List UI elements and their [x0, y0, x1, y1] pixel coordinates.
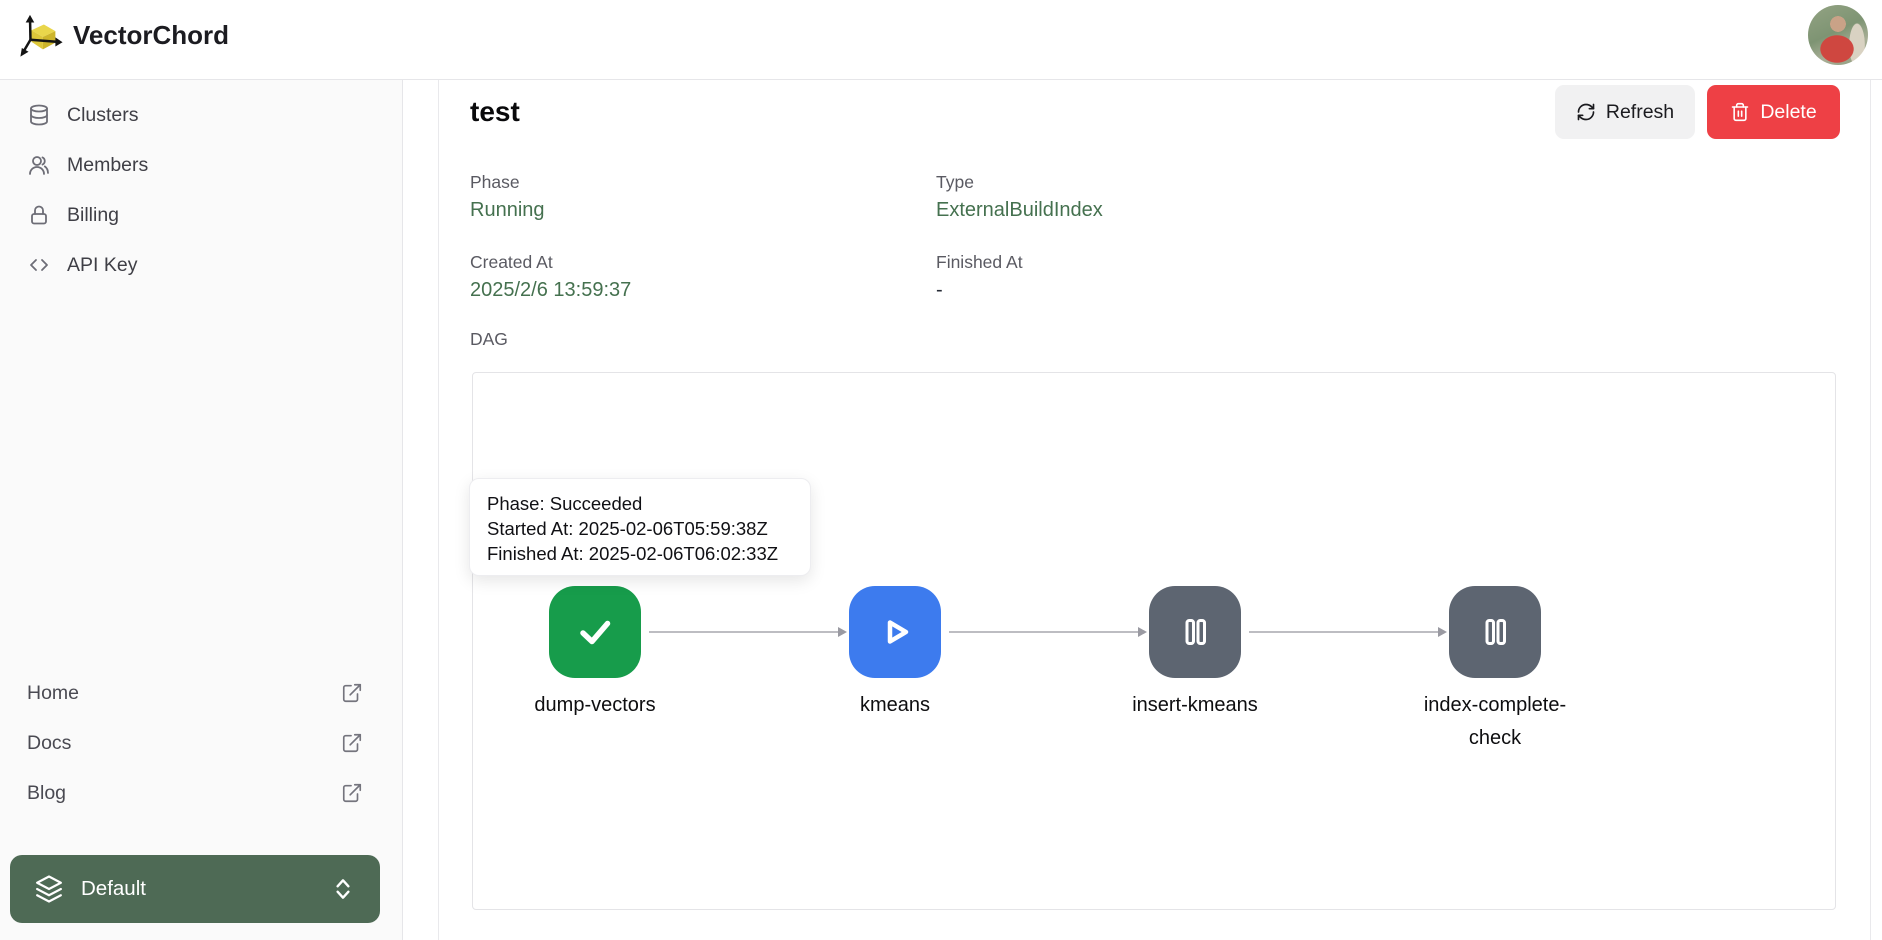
- phase-value: Running: [470, 199, 545, 222]
- dag-node-label: dump-vectors: [507, 689, 683, 722]
- layers-icon: [34, 874, 64, 904]
- brand-home-link[interactable]: VectorChord: [18, 12, 229, 58]
- finished-at-value: -: [936, 279, 943, 302]
- sidebar: Clusters Members Billing: [0, 80, 403, 940]
- dag-node-label: kmeans: [807, 689, 983, 722]
- sidebar-item-label: Billing: [67, 204, 119, 227]
- finished-at-label: Finished At: [936, 252, 1023, 273]
- link-home[interactable]: Home: [0, 668, 401, 718]
- external-link-icon: [341, 782, 363, 804]
- play-icon: [873, 610, 917, 654]
- dag-node-dump-vectors[interactable]: [549, 586, 641, 678]
- workspace-switcher-button[interactable]: Default: [10, 855, 380, 923]
- vectorchord-console: VectorChord Clusters Memb: [0, 0, 1882, 940]
- sidebar-item-members[interactable]: Members: [0, 140, 401, 190]
- sidebar-item-label: API Key: [67, 254, 137, 277]
- sidebar-external-links: Home Docs Blog: [0, 668, 401, 818]
- main-content: test Refresh Delete Phase Running Type E: [404, 80, 1882, 940]
- link-docs[interactable]: Docs: [0, 718, 401, 768]
- created-at-value: 2025/2/6 13:59:37: [470, 279, 631, 302]
- link-blog[interactable]: Blog: [0, 768, 401, 818]
- pause-icon: [1473, 610, 1517, 654]
- users-icon: [27, 153, 51, 177]
- external-link-icon: [341, 732, 363, 754]
- dag-canvas: dump-vectors kmeans insert-kmeans index-…: [472, 372, 1836, 910]
- dag-node-kmeans[interactable]: [849, 586, 941, 678]
- workspace-name: Default: [81, 877, 146, 901]
- type-value: ExternalBuildIndex: [936, 199, 1103, 222]
- dag-node-index-complete-check[interactable]: [1449, 586, 1541, 678]
- delete-button-label: Delete: [1760, 101, 1816, 124]
- brand-name: VectorChord: [73, 20, 229, 51]
- sidebar-item-api-key[interactable]: API Key: [0, 240, 401, 290]
- delete-button[interactable]: Delete: [1707, 85, 1840, 139]
- user-avatar[interactable]: [1808, 5, 1868, 65]
- refresh-button-label: Refresh: [1606, 101, 1674, 124]
- dag-node-insert-kmeans[interactable]: [1149, 586, 1241, 678]
- code-icon: [27, 253, 51, 277]
- pause-icon: [1173, 610, 1217, 654]
- scrollbar-track[interactable]: [1870, 80, 1871, 940]
- vectorchord-logo-icon: [18, 12, 64, 58]
- link-label: Home: [27, 682, 79, 705]
- sidebar-item-label: Members: [67, 154, 148, 177]
- tooltip-finished-at: Finished At: 2025-02-06T06:02:33Z: [487, 541, 810, 566]
- page-title: test: [470, 96, 520, 128]
- created-at-label: Created At: [470, 252, 553, 273]
- sidebar-item-billing[interactable]: Billing: [0, 190, 401, 240]
- chevrons-up-down-icon: [330, 876, 356, 902]
- sidebar-item-label: Clusters: [67, 104, 139, 127]
- link-label: Blog: [27, 782, 66, 805]
- dag-label: DAG: [470, 329, 508, 350]
- node-status-tooltip: Phase: Succeeded Started At: 2025-02-06T…: [469, 478, 811, 576]
- sidebar-item-clusters[interactable]: Clusters: [0, 90, 401, 140]
- check-icon: [573, 610, 617, 654]
- tooltip-started-at: Started At: 2025-02-06T05:59:38Z: [487, 516, 810, 541]
- refresh-button[interactable]: Refresh: [1555, 85, 1695, 139]
- external-link-icon: [341, 682, 363, 704]
- link-label: Docs: [27, 732, 71, 755]
- tooltip-phase: Phase: Succeeded: [487, 491, 810, 516]
- scroll-gutter-left: [438, 80, 439, 940]
- sidebar-nav: Clusters Members Billing: [0, 90, 401, 290]
- lock-icon: [27, 203, 51, 227]
- type-label: Type: [936, 172, 974, 193]
- phase-label: Phase: [470, 172, 520, 193]
- trash-icon: [1730, 102, 1750, 122]
- dag-node-label: insert-kmeans: [1107, 689, 1283, 722]
- database-icon: [27, 103, 51, 127]
- top-bar: VectorChord: [0, 0, 1882, 80]
- dag-node-label: index-complete-check: [1407, 689, 1583, 755]
- refresh-icon: [1576, 102, 1596, 122]
